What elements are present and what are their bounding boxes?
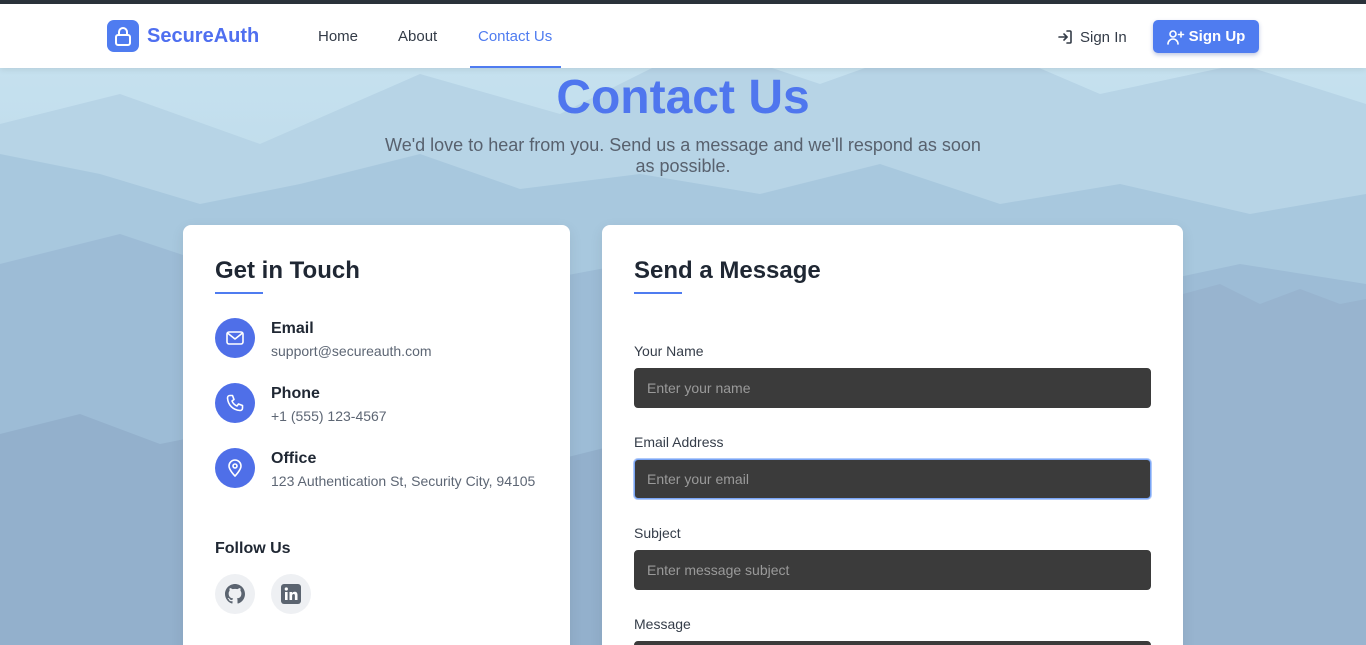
nav-link-contact[interactable]: Contact Us (478, 28, 552, 45)
follow-us-title: Follow Us (215, 540, 291, 557)
title-underline (634, 292, 682, 294)
office-value: 123 Authentication St, Security City, 94… (271, 473, 536, 489)
subject-input[interactable] (634, 550, 1151, 590)
contact-info-card: Get in Touch Email support@secureauth.co… (183, 225, 570, 645)
sign-up-button[interactable]: Sign Up (1153, 20, 1259, 53)
github-icon[interactable] (215, 574, 255, 614)
contact-info-title: Get in Touch (215, 257, 360, 284)
mail-icon (215, 318, 255, 358)
user-plus-icon (1166, 29, 1184, 45)
office-label: Office (271, 450, 317, 467)
email-address-label: Email Address (634, 434, 724, 450)
name-input[interactable] (634, 368, 1151, 408)
nav-link-home[interactable]: Home (318, 28, 358, 45)
phone-label: Phone (271, 385, 320, 402)
sign-in-label: Sign In (1080, 28, 1127, 46)
active-nav-indicator (470, 66, 561, 68)
phone-icon (215, 383, 255, 423)
sign-up-label: Sign Up (1188, 28, 1246, 45)
phone-value[interactable]: +1 (555) 123-4567 (271, 408, 541, 425)
brand[interactable]: SecureAuth (107, 20, 259, 52)
nav-link-about[interactable]: About (398, 28, 437, 45)
name-label: Your Name (634, 343, 704, 359)
map-pin-icon (215, 448, 255, 488)
brand-name: SecureAuth (147, 24, 260, 47)
sign-in-icon (1058, 30, 1072, 44)
title-underline (215, 292, 263, 294)
email-value[interactable]: support@secureauth.com (271, 343, 541, 360)
email-input[interactable] (634, 459, 1151, 499)
linkedin-icon[interactable] (271, 574, 311, 614)
message-textarea[interactable] (634, 641, 1151, 645)
subject-label: Subject (634, 525, 681, 541)
navbar: SecureAuth Home About Contact Us Sign In… (0, 4, 1366, 68)
sign-in-button[interactable]: Sign In (1057, 27, 1127, 47)
contact-form-card: Send a Message Your Name Email Address S… (602, 225, 1183, 645)
email-label: Email (271, 320, 314, 337)
message-label: Message (634, 616, 691, 632)
page-subtitle: We'd love to hear from you. Send us a me… (385, 135, 981, 176)
page-title: Contact Us (556, 71, 810, 124)
form-title: Send a Message (634, 257, 821, 284)
lock-icon (107, 20, 139, 52)
